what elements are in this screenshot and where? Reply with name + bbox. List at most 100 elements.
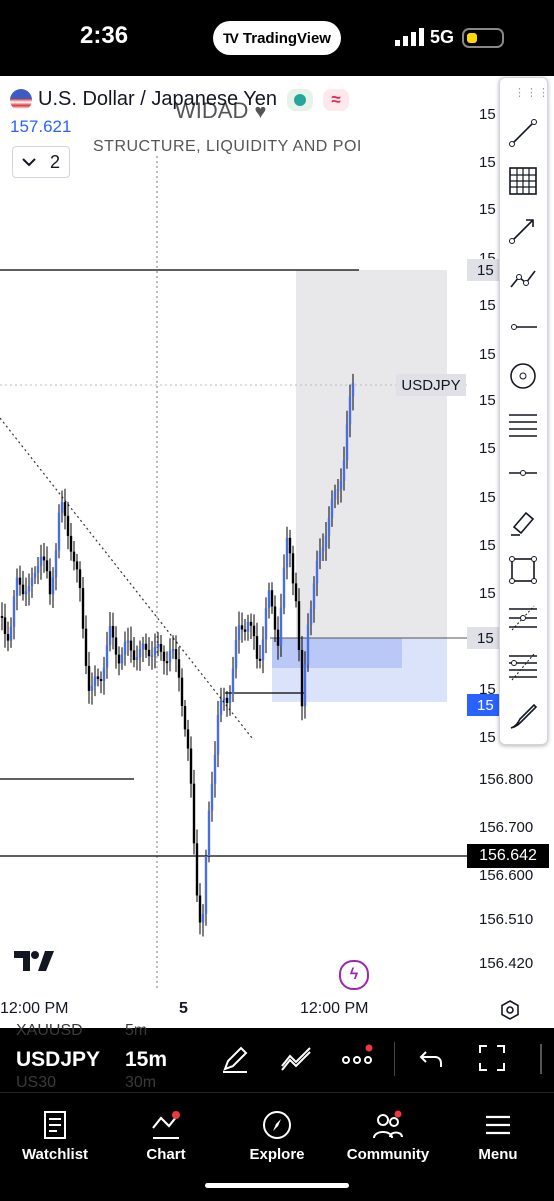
- tab-chart[interactable]: Chart: [116, 1093, 216, 1163]
- indicator-count: 2: [49, 151, 60, 172]
- candle-body: [114, 637, 118, 655]
- candle-body: [261, 639, 265, 661]
- candle-body: [75, 561, 79, 570]
- candle-body: [192, 783, 196, 844]
- candle-body: [81, 588, 85, 629]
- chart-area[interactable]: U.S. Dollar / Japanese Yen ≈ 157.621 2 W…: [0, 76, 554, 1028]
- candle-body: [267, 590, 271, 609]
- tradingview-logo-icon: TV: [223, 30, 239, 46]
- candle-body: [333, 491, 337, 500]
- candle-body: [312, 583, 316, 609]
- candle-body: [120, 654, 124, 664]
- symbol-name: U.S. Dollar / Japanese Yen: [38, 88, 278, 110]
- candle-body: [270, 590, 274, 607]
- pen-icon[interactable]: [220, 1044, 250, 1074]
- tab-watchlist[interactable]: Watchlist: [5, 1093, 105, 1163]
- tab-label: Chart: [146, 1146, 186, 1163]
- arrow-tool-icon[interactable]: [505, 212, 541, 248]
- tab-menu[interactable]: Menu: [448, 1093, 548, 1163]
- candle-body: [108, 626, 112, 645]
- candle-body: [231, 668, 235, 694]
- menu-icon: [486, 1115, 510, 1135]
- price-axis-label: 156.800: [479, 771, 534, 788]
- candle-body: [240, 625, 244, 630]
- trend-line-tool-icon[interactable]: [505, 115, 541, 151]
- symbol-toolbar[interactable]: XAUUSD 5m US30 30m USDJPY 15m: [0, 1022, 554, 1092]
- candle-body: [111, 626, 115, 638]
- fullscreen-icon[interactable]: [478, 1044, 506, 1072]
- tab-label: Watchlist: [21, 1146, 89, 1163]
- candle-body: [96, 676, 100, 680]
- data-delay-badge: ≈: [323, 88, 350, 111]
- horizontal-ray-tool-icon[interactable]: [505, 309, 541, 345]
- candle-body: [216, 714, 220, 755]
- candle-body: [345, 424, 349, 461]
- price-axis-label: 15: [479, 729, 496, 746]
- symbol-header[interactable]: U.S. Dollar / Japanese Yen ≈ 157.621: [10, 88, 350, 137]
- candle-body: [327, 517, 331, 536]
- candle-body: [147, 649, 151, 657]
- undo-icon[interactable]: [418, 1046, 444, 1072]
- drawing-toolbar[interactable]: ⋮⋮⋮: [499, 77, 550, 745]
- indicators-toggle-button[interactable]: 2: [12, 146, 70, 178]
- grid-tool-icon[interactable]: [505, 163, 541, 199]
- fib-retracement-tool-icon[interactable]: [505, 601, 541, 637]
- candle-body: [60, 502, 64, 513]
- settings-icon[interactable]: [500, 1000, 520, 1020]
- battery-icon: [462, 28, 504, 48]
- symbol-price-tag: USDJPY: [396, 374, 466, 396]
- candle-body: [285, 537, 289, 568]
- interval-selector[interactable]: 15m: [125, 1048, 167, 1072]
- status-bar: 2:36 TV TradingView 5G: [0, 0, 554, 76]
- candle-body: [168, 650, 172, 662]
- tab-explore[interactable]: Explore: [227, 1093, 327, 1163]
- more-icon[interactable]: [341, 1044, 375, 1074]
- path-tool-icon[interactable]: [505, 260, 541, 296]
- horizontal-line-tool-icon[interactable]: [505, 455, 541, 491]
- candle-body: [336, 489, 340, 492]
- signal-icon: [395, 28, 424, 46]
- candle-body: [339, 480, 343, 490]
- ghost-interval: 5m: [125, 1022, 148, 1039]
- network-label: 5G: [430, 27, 455, 47]
- fib-extension-tool-icon[interactable]: [505, 649, 541, 685]
- drag-handle-icon[interactable]: ⋮⋮⋮: [514, 86, 550, 99]
- tab-community[interactable]: Community: [338, 1093, 438, 1163]
- app-pill[interactable]: TV TradingView: [213, 21, 341, 55]
- tradingview-logo-icon: [14, 951, 54, 971]
- candle-body: [288, 537, 292, 554]
- candle-body: [351, 382, 355, 397]
- highlighter-tool-icon[interactable]: [505, 504, 541, 540]
- price-axis-label: 15: [479, 440, 496, 457]
- flash-icon[interactable]: ϟ: [339, 960, 369, 990]
- price-axis-label: 15: [479, 201, 496, 218]
- price-axis-label: 15: [479, 489, 496, 506]
- home-indicator: [205, 1183, 349, 1188]
- candle-body: [99, 679, 103, 682]
- candle-body: [156, 644, 160, 648]
- candle-body: [63, 502, 67, 516]
- candle-body: [219, 700, 223, 715]
- candle-body: [138, 649, 142, 658]
- rectangle-tool-icon[interactable]: [505, 552, 541, 588]
- candle-body: [258, 658, 262, 661]
- price-axis-label: 156.700: [479, 819, 534, 836]
- candle-body: [321, 547, 325, 552]
- candle-body: [342, 460, 346, 481]
- candle-body: [183, 705, 187, 730]
- candle-body: [213, 754, 217, 784]
- price-chart[interactable]: [0, 76, 554, 1028]
- time-axis[interactable]: 12:00 PM 5 12:00 PM: [0, 1000, 554, 1028]
- compass-icon: [263, 1111, 291, 1139]
- brush-tool-icon[interactable]: [505, 698, 541, 734]
- circle-tool-icon[interactable]: [505, 358, 541, 394]
- candle-body: [15, 577, 19, 597]
- parallel-channel-tool-icon[interactable]: [505, 406, 541, 442]
- symbol-selector[interactable]: USDJPY: [16, 1048, 100, 1072]
- candle-body: [177, 659, 181, 678]
- time-label: 12:00 PM: [300, 1000, 369, 1017]
- indicators-icon[interactable]: [280, 1044, 312, 1074]
- candle-body: [324, 535, 328, 548]
- candle-body: [228, 693, 232, 703]
- candle-body: [117, 654, 121, 664]
